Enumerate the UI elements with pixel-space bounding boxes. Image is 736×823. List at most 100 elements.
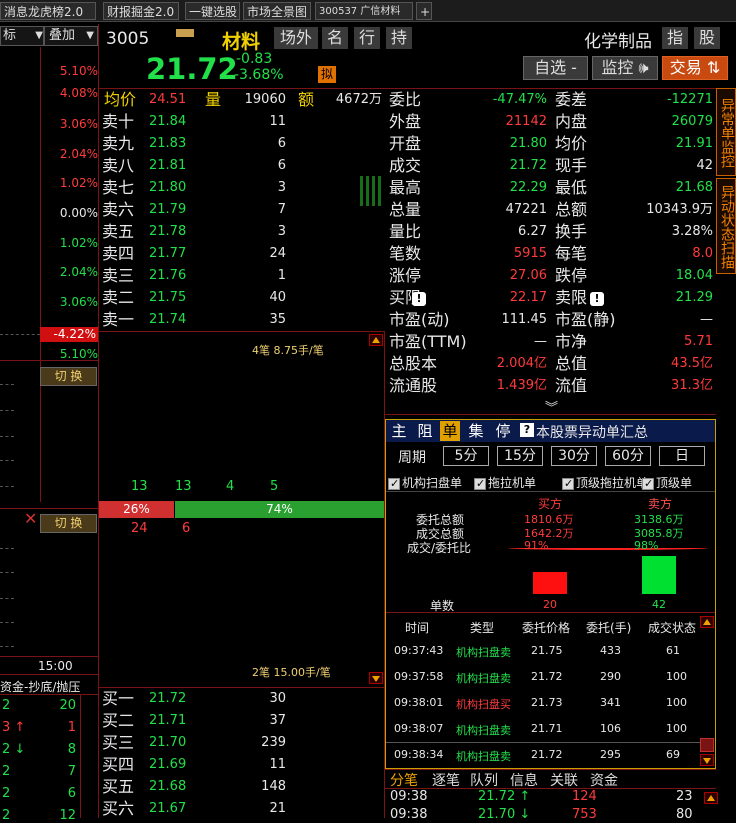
flow-row-label: 2 — [2, 808, 11, 823]
tab-otc[interactable]: 场外 — [274, 27, 318, 49]
period-button[interactable]: 15分 — [497, 446, 543, 466]
trade-count: 13 — [131, 479, 148, 494]
period-dropdown[interactable]: 标 ▼ — [0, 26, 44, 46]
scrollbar-thumb[interactable] — [700, 738, 714, 752]
index-button[interactable]: 指 — [662, 27, 688, 49]
bid-price[interactable]: 21.72 — [149, 688, 186, 710]
overlay-dropdown[interactable]: 叠加 ▼ — [44, 26, 98, 46]
switch-button[interactable]: 切 换 — [40, 367, 97, 386]
ask-volume: 35 — [269, 312, 286, 327]
filter-checkbox[interactable]: 拖拉机单 — [474, 474, 536, 491]
close-icon[interactable]: ✕ — [24, 511, 37, 527]
order-price: 21.71 — [531, 722, 563, 735]
order-type: 机构扫盘卖 — [456, 646, 511, 659]
ask-price[interactable]: 21.74 — [149, 309, 186, 331]
side-tab-movement-scan[interactable]: 异动状态扫描 — [716, 178, 736, 274]
ask-price[interactable]: 21.77 — [149, 243, 186, 265]
left-chart-strip: 标 ▼ 叠加 ▼ — [0, 24, 98, 818]
axis-tick: 3.06% — [59, 295, 98, 309]
scroll-up-button[interactable] — [700, 616, 714, 628]
stock-name: 材料 — [222, 31, 261, 53]
panel-tab[interactable]: 单 — [440, 421, 460, 441]
scroll-up-button[interactable] — [369, 334, 383, 346]
limit-warning-icon[interactable]: ! — [412, 292, 426, 306]
stat-label: 市盈(动) — [389, 310, 450, 329]
panel-tab[interactable]: 集 — [466, 421, 486, 441]
info-badge[interactable]: 拟 — [318, 66, 336, 83]
tab-industry[interactable]: 行 — [354, 27, 380, 49]
ask-volume: 7 — [277, 202, 286, 217]
scroll-down-button[interactable] — [369, 672, 383, 684]
stat-value: 8.0 — [692, 246, 713, 261]
scroll-down-button[interactable] — [700, 754, 714, 766]
ask-price[interactable]: 21.78 — [149, 221, 186, 243]
tick-volume: 124 — [572, 789, 597, 804]
checkbox-checked-icon — [562, 477, 574, 490]
help-icon[interactable]: ? — [520, 423, 534, 437]
stat-value: 111.45 — [501, 312, 548, 327]
filter-checkbox[interactable]: 顶级拖拉机单 — [562, 474, 648, 491]
order-status: 100 — [666, 670, 687, 683]
sell-ratio-bar: 26% — [99, 501, 174, 518]
filter-label: 顶级拖拉机单 — [576, 476, 649, 490]
bid-price[interactable]: 21.71 — [149, 710, 186, 732]
buy-count-bar — [533, 572, 567, 594]
ask-price[interactable]: 21.79 — [149, 199, 186, 221]
ask-price[interactable]: 21.84 — [149, 111, 186, 133]
period-button[interactable]: 日 — [659, 446, 705, 466]
tab-name[interactable]: 名 — [322, 27, 348, 49]
bottom-tab[interactable]: 信息 — [510, 770, 538, 790]
bid-price[interactable]: 21.67 — [149, 798, 186, 820]
period-button[interactable]: 60分 — [605, 446, 651, 466]
stat-value: 6.27 — [518, 224, 547, 239]
tab-holdings[interactable]: 持 — [386, 27, 412, 49]
watchlist-button[interactable]: 自选 - — [523, 56, 588, 80]
filter-checkbox[interactable]: 机构扫盘单 — [388, 474, 462, 491]
buy-ratio-bar: 74% — [175, 501, 384, 518]
side-tab-abnormal-orders[interactable]: 异常单监控 — [716, 88, 736, 176]
tab-market-view[interactable]: 市场全景图 — [243, 2, 311, 20]
ask-price[interactable]: 21.81 — [149, 155, 186, 177]
order-time: 09:37:58 — [394, 670, 444, 683]
scroll-up-button[interactable] — [704, 792, 718, 804]
bottom-tab[interactable]: 逐笔 — [432, 770, 460, 790]
tab-current-stock[interactable]: 300537 广信材料 — [315, 2, 413, 20]
period-button[interactable]: 30分 — [551, 446, 597, 466]
buy-summary-value: 91% — [524, 539, 549, 552]
ask-price[interactable]: 21.76 — [149, 265, 186, 287]
stat-label: 委比 — [389, 90, 422, 109]
tab-stock-picker[interactable]: 一键选股 — [185, 2, 240, 20]
tab-news-rank[interactable]: 消息龙虎榜2.0 — [0, 2, 96, 20]
bottom-tab[interactable]: 队列 — [470, 770, 498, 790]
tab-earnings[interactable]: 财报掘金2.0 — [103, 2, 179, 20]
stock-button[interactable]: 股 — [694, 27, 720, 49]
bid-price[interactable]: 21.69 — [149, 754, 186, 776]
limit-warning-icon[interactable]: ! — [590, 292, 604, 306]
bottom-tab[interactable]: 关联 — [550, 770, 578, 790]
ask-price[interactable]: 21.83 — [149, 133, 186, 155]
monitor-button[interactable]: 监控 🕪 — [592, 56, 658, 80]
period-label: 周期 — [398, 450, 426, 466]
order-time: 09:37:43 — [394, 644, 444, 657]
amount-value: 4672万 — [335, 92, 382, 107]
panel-tab[interactable]: 主 — [389, 421, 409, 441]
flow-row-label: 2 ↓ — [2, 742, 26, 757]
stat-value: 22.17 — [509, 290, 547, 305]
switch-button[interactable]: 切 换 — [40, 514, 97, 533]
order-status: 100 — [666, 722, 687, 735]
ask-price[interactable]: 21.75 — [149, 287, 186, 309]
sell-count: 42 — [652, 598, 666, 611]
tick-price: 21.70 ↓ — [478, 807, 531, 822]
trade-button[interactable]: 交易 ⇅ — [662, 56, 728, 80]
ask-price[interactable]: 21.80 — [149, 177, 186, 199]
filter-checkbox[interactable]: 顶级单 — [642, 474, 692, 491]
panel-tab[interactable]: 停 — [493, 421, 513, 441]
bottom-tab[interactable]: 分笔 — [390, 770, 418, 790]
stock-header: 3005 材料 场外 名 行 持 化学制品 指 股 — [102, 27, 720, 53]
add-tab-button[interactable]: + — [416, 2, 432, 20]
period-button[interactable]: 5分 — [443, 446, 489, 466]
panel-tab[interactable]: 阻 — [415, 421, 435, 441]
bottom-tab[interactable]: 资金 — [590, 770, 618, 790]
bid-price[interactable]: 21.68 — [149, 776, 186, 798]
bid-price[interactable]: 21.70 — [149, 732, 186, 754]
